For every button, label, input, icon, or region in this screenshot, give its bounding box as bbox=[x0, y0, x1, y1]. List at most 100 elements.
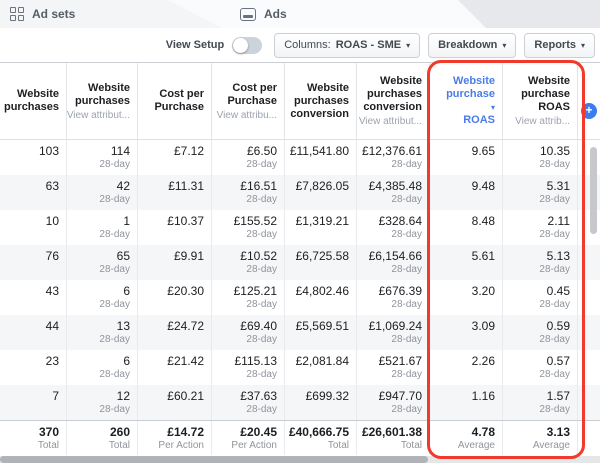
view-attribution-label[interactable]: View attribu... bbox=[217, 110, 277, 121]
chevron-down-icon: ▾ bbox=[502, 40, 507, 50]
horizontal-scrollbar-thumb[interactable] bbox=[0, 456, 428, 463]
cell-value: 5.13 bbox=[546, 249, 570, 263]
cell-sublabel: 28-day bbox=[539, 404, 570, 415]
table-cell: 65 28-day bbox=[67, 245, 138, 280]
table-row[interactable]: 23 6 28-day £21.42 £115.13 28-day £2,081.84 £52… bbox=[0, 350, 600, 385]
totals-sublabel: Per Action bbox=[158, 440, 204, 451]
table-cell: 0.57 28-day bbox=[503, 350, 578, 385]
table-row[interactable]: 76 65 28-day £9.91 £10.52 28-day £6,725.58 £6,1… bbox=[0, 245, 600, 280]
table-cell: £7,826.05 bbox=[285, 175, 357, 210]
tab-ad-sets-label[interactable]: Ad sets bbox=[32, 7, 75, 21]
cell-sublabel: 28-day bbox=[99, 229, 130, 240]
totals-cell: £20.45 Per Action bbox=[212, 421, 285, 455]
totals-value: 3.13 bbox=[546, 425, 570, 439]
cell-value: 23 bbox=[45, 354, 59, 368]
cell-value: £125.21 bbox=[233, 284, 277, 298]
column-header[interactable]: Cost per Purchase bbox=[138, 63, 212, 139]
column-header[interactable]: Website purchase ROAS View attrib... bbox=[503, 63, 578, 139]
view-attribution-label[interactable]: View attribut... bbox=[67, 110, 130, 121]
table-cell: £4,385.48 28-day bbox=[357, 175, 430, 210]
table-cell-spacer bbox=[578, 385, 600, 420]
column-header-title: Cost per Purchase bbox=[227, 81, 277, 107]
table-cell: 5.31 28-day bbox=[503, 175, 578, 210]
view-setup-toggle[interactable] bbox=[232, 36, 263, 54]
cell-value: 2.26 bbox=[471, 354, 495, 368]
table-cell: £21.42 bbox=[138, 350, 212, 385]
table-row[interactable]: 103 114 28-day £7.12 £6.50 28-day £11,541.80 £1… bbox=[0, 140, 600, 175]
cell-value: £7.12 bbox=[173, 144, 204, 158]
table-cell: £6.50 28-day bbox=[212, 140, 285, 175]
view-attribution-label[interactable]: View attribut... bbox=[359, 116, 422, 127]
table-cell: 5.61 bbox=[430, 245, 503, 280]
tab-ads[interactable]: Ads bbox=[240, 0, 287, 28]
cell-value: £947.70 bbox=[378, 389, 422, 403]
table-cell: 9.65 bbox=[430, 140, 503, 175]
view-attribution-label[interactable]: View attrib... bbox=[515, 116, 570, 127]
column-header[interactable]: Website purchases conversion View attribu… bbox=[357, 63, 430, 139]
column-header[interactable]: Cost per Purchase View attribu... bbox=[212, 63, 285, 139]
column-header[interactable]: Website purchase ▾ ROAS bbox=[430, 63, 503, 139]
cell-value: 5.31 bbox=[546, 179, 570, 193]
cell-value: 65 bbox=[116, 249, 130, 263]
table-cell: £4,802.46 bbox=[285, 280, 357, 315]
cell-value: £69.40 bbox=[240, 319, 277, 333]
table-row[interactable]: 44 13 28-day £24.72 £69.40 28-day £5,569.51 £1,… bbox=[0, 315, 600, 350]
cell-value: 0.45 bbox=[546, 284, 570, 298]
cell-sublabel: 28-day bbox=[391, 194, 422, 205]
table-cell: £37.63 28-day bbox=[212, 385, 285, 420]
column-header[interactable]: Website purchases conversion bbox=[285, 63, 357, 139]
cell-sublabel: 28-day bbox=[246, 264, 277, 275]
breakdown-dropdown-button[interactable]: Breakdown ▾ bbox=[428, 32, 517, 58]
column-header[interactable]: Website purchases View attribut... bbox=[67, 63, 138, 139]
table-cell: 44 bbox=[0, 315, 67, 350]
cell-value: £12,376.61 bbox=[361, 144, 422, 158]
cell-sublabel: 28-day bbox=[539, 299, 570, 310]
table-totals-row: 370 Total 260 Total £14.72 Per Action £20.45 Pe… bbox=[0, 420, 600, 455]
reports-dropdown-button[interactable]: Reports ▾ bbox=[524, 32, 595, 58]
cell-sublabel: 28-day bbox=[539, 229, 570, 240]
table-cell: £115.13 28-day bbox=[212, 350, 285, 385]
vertical-scrollbar-thumb[interactable] bbox=[590, 147, 597, 234]
table-cell: £11,541.80 bbox=[285, 140, 357, 175]
cell-value: £676.39 bbox=[378, 284, 422, 298]
table-cell: £947.70 28-day bbox=[357, 385, 430, 420]
cell-sublabel: 28-day bbox=[391, 334, 422, 345]
cell-sublabel: 28-day bbox=[246, 369, 277, 380]
cell-value: 0.59 bbox=[546, 319, 570, 333]
tab-ad-sets[interactable]: Ad sets bbox=[10, 0, 75, 28]
cell-value: £9.91 bbox=[173, 249, 204, 263]
cell-value: 1.16 bbox=[471, 389, 495, 403]
table-cell: £16.51 28-day bbox=[212, 175, 285, 210]
column-header-title: Website purchase ROAS bbox=[521, 75, 570, 113]
cell-sublabel: 28-day bbox=[391, 404, 422, 415]
column-header[interactable]: Website purchases bbox=[0, 63, 67, 139]
table-cell: £1,319.21 bbox=[285, 210, 357, 245]
table-row[interactable]: 63 42 28-day £11.31 £16.51 28-day £7,826.05 £4,… bbox=[0, 175, 600, 210]
columns-value: ROAS - SME bbox=[335, 39, 402, 51]
cell-sublabel: 28-day bbox=[246, 404, 277, 415]
table-cell: £5,569.51 bbox=[285, 315, 357, 350]
cell-value: £7,826.05 bbox=[295, 179, 349, 193]
cell-sublabel: 28-day bbox=[246, 334, 277, 345]
table-cell: 2.11 28-day bbox=[503, 210, 578, 245]
columns-dropdown-button[interactable]: Columns: ROAS - SME ▾ bbox=[274, 32, 421, 58]
totals-value: £26,601.38 bbox=[361, 425, 422, 439]
table-row[interactable]: 10 1 28-day £10.37 £155.52 28-day £1,319.21 £32… bbox=[0, 210, 600, 245]
add-column-button[interactable]: + bbox=[581, 103, 597, 119]
table-cell: 2.26 bbox=[430, 350, 503, 385]
horizontal-scrollbar[interactable] bbox=[0, 456, 600, 463]
table-cell: £11.31 bbox=[138, 175, 212, 210]
chevron-down-icon: ▾ bbox=[406, 40, 411, 50]
view-setup-label: View Setup bbox=[165, 39, 225, 51]
table-row[interactable]: 43 6 28-day £20.30 £125.21 28-day £4,802.46 £67… bbox=[0, 280, 600, 315]
totals-sublabel: Total bbox=[400, 440, 422, 451]
table-cell: 43 bbox=[0, 280, 67, 315]
cell-sublabel: 28-day bbox=[539, 194, 570, 205]
table-row[interactable]: 7 12 28-day £60.21 £37.63 28-day £699.32 £947.7… bbox=[0, 385, 600, 420]
table-cell: 3.20 bbox=[430, 280, 503, 315]
cell-value: 7 bbox=[52, 389, 59, 403]
tab-ads-label[interactable]: Ads bbox=[264, 7, 287, 21]
cell-value: 5.61 bbox=[471, 249, 495, 263]
cell-sublabel: 28-day bbox=[99, 159, 130, 170]
cell-sublabel: 28-day bbox=[539, 369, 570, 380]
